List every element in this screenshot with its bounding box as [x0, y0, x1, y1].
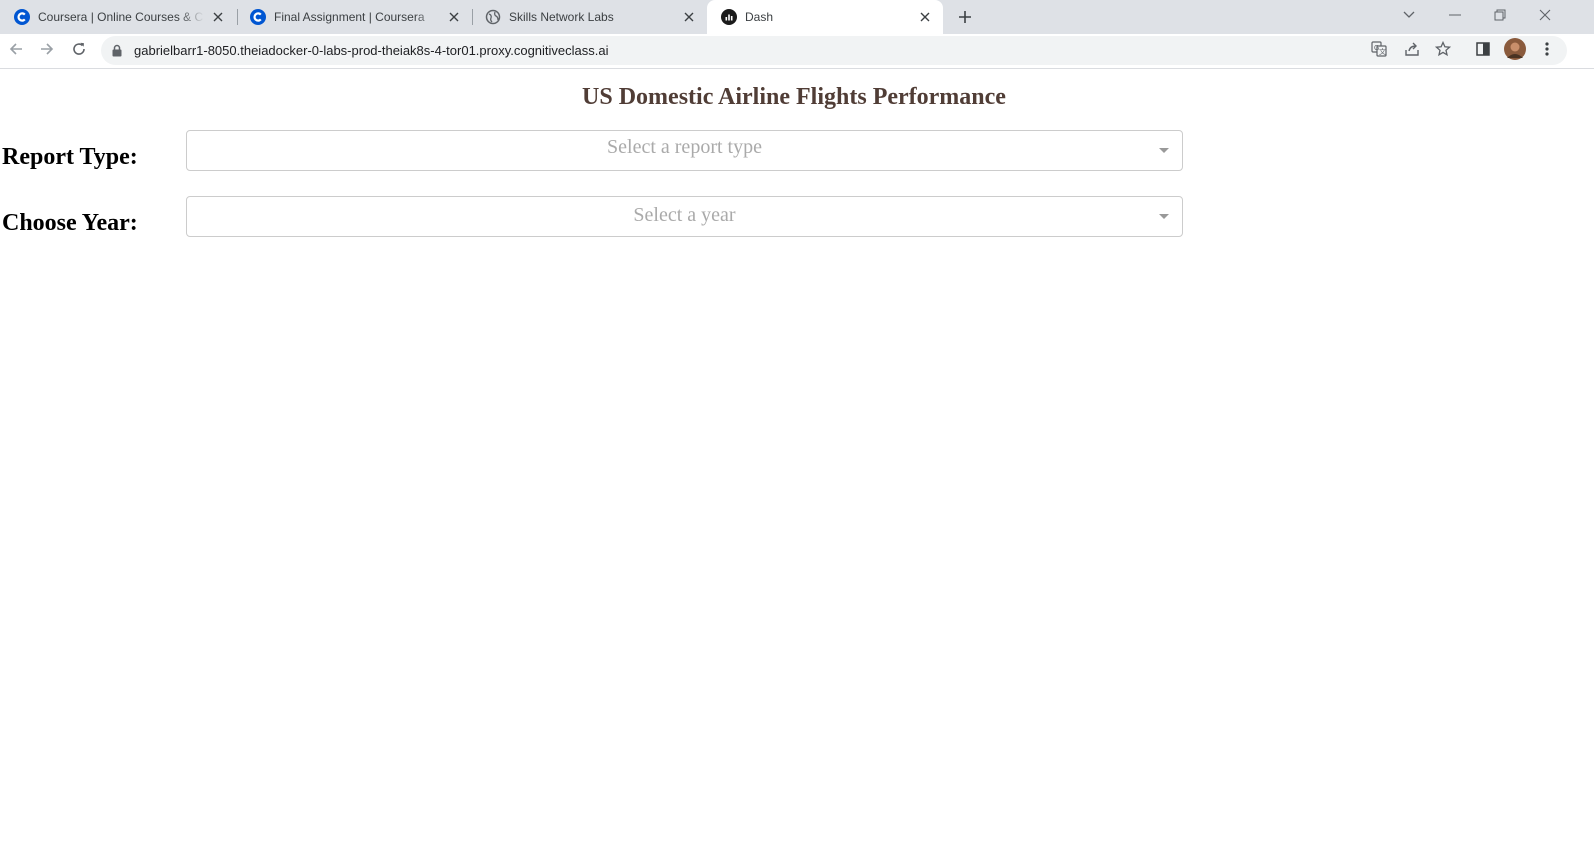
- coursera-icon: [14, 9, 30, 25]
- tab-coursera-home[interactable]: Coursera | Online Courses & Credentials …: [0, 0, 236, 34]
- lock-icon[interactable]: [111, 44, 123, 57]
- address-bar[interactable]: gabrielbarr1-8050.theiadocker-0-labs-pro…: [101, 36, 1567, 65]
- year-dropdown[interactable]: Select a year: [186, 196, 1183, 237]
- translate-icon: G文: [1371, 40, 1387, 62]
- tab-skills-network-labs[interactable]: Skills Network Labs: [471, 0, 707, 34]
- side-panel-button[interactable]: [1471, 39, 1495, 63]
- tab-title: Final Assignment | Coursera: [274, 10, 425, 24]
- svg-text:文: 文: [1379, 47, 1386, 56]
- bookmark-button[interactable]: [1432, 40, 1454, 62]
- report-type-label: Report Type:: [2, 144, 138, 170]
- globe-icon: [485, 9, 501, 25]
- restore-button[interactable]: [1477, 0, 1523, 30]
- browser-toolbar: gabrielbarr1-8050.theiadocker-0-labs-pro…: [0, 34, 1594, 69]
- star-icon: [1434, 40, 1452, 62]
- tab-dash[interactable]: Dash: [707, 0, 943, 34]
- avatar: [1504, 37, 1526, 65]
- share-icon: [1404, 41, 1420, 62]
- reload-button[interactable]: [67, 39, 91, 63]
- coursera-icon: [250, 9, 266, 25]
- profile-button[interactable]: [1503, 37, 1527, 65]
- tab-title: Coursera | Online Courses & Credentials …: [38, 10, 204, 24]
- tab-title: Skills Network Labs: [509, 10, 614, 24]
- tab-search-button[interactable]: [1386, 0, 1432, 30]
- minimize-button[interactable]: [1432, 0, 1478, 30]
- side-panel-icon: [1475, 41, 1491, 62]
- share-button[interactable]: [1401, 40, 1423, 62]
- year-label: Choose Year:: [2, 210, 138, 236]
- menu-button[interactable]: [1535, 39, 1559, 63]
- url-text[interactable]: gabrielbarr1-8050.theiadocker-0-labs-pro…: [134, 43, 609, 58]
- reload-icon: [71, 41, 87, 62]
- back-button[interactable]: [4, 39, 28, 63]
- new-tab-button[interactable]: [953, 5, 977, 29]
- close-window-button[interactable]: [1522, 0, 1568, 30]
- tab-strip: Coursera | Online Courses & Credentials …: [0, 0, 1594, 34]
- report-type-dropdown[interactable]: Select a report type: [186, 130, 1183, 171]
- tab-final-assignment[interactable]: Final Assignment | Coursera: [236, 0, 472, 34]
- arrow-right-icon: [39, 41, 55, 62]
- forward-button[interactable]: [35, 39, 59, 63]
- arrow-left-icon: [8, 41, 24, 62]
- chevron-down-icon[interactable]: [1159, 214, 1169, 219]
- page-title: US Domestic Airline Flights Performance: [582, 84, 1006, 110]
- close-icon[interactable]: [917, 9, 933, 25]
- close-icon[interactable]: [210, 9, 226, 25]
- dash-icon: [721, 9, 737, 25]
- close-icon[interactable]: [446, 9, 462, 25]
- year-placeholder: Select a year: [633, 204, 736, 226]
- tab-title: Dash: [745, 10, 774, 24]
- more-vert-icon: [1545, 41, 1549, 62]
- translate-button[interactable]: G文: [1368, 40, 1390, 62]
- report-type-placeholder: Select a report type: [607, 136, 762, 158]
- close-icon[interactable]: [681, 9, 697, 25]
- chevron-down-icon[interactable]: [1159, 148, 1169, 153]
